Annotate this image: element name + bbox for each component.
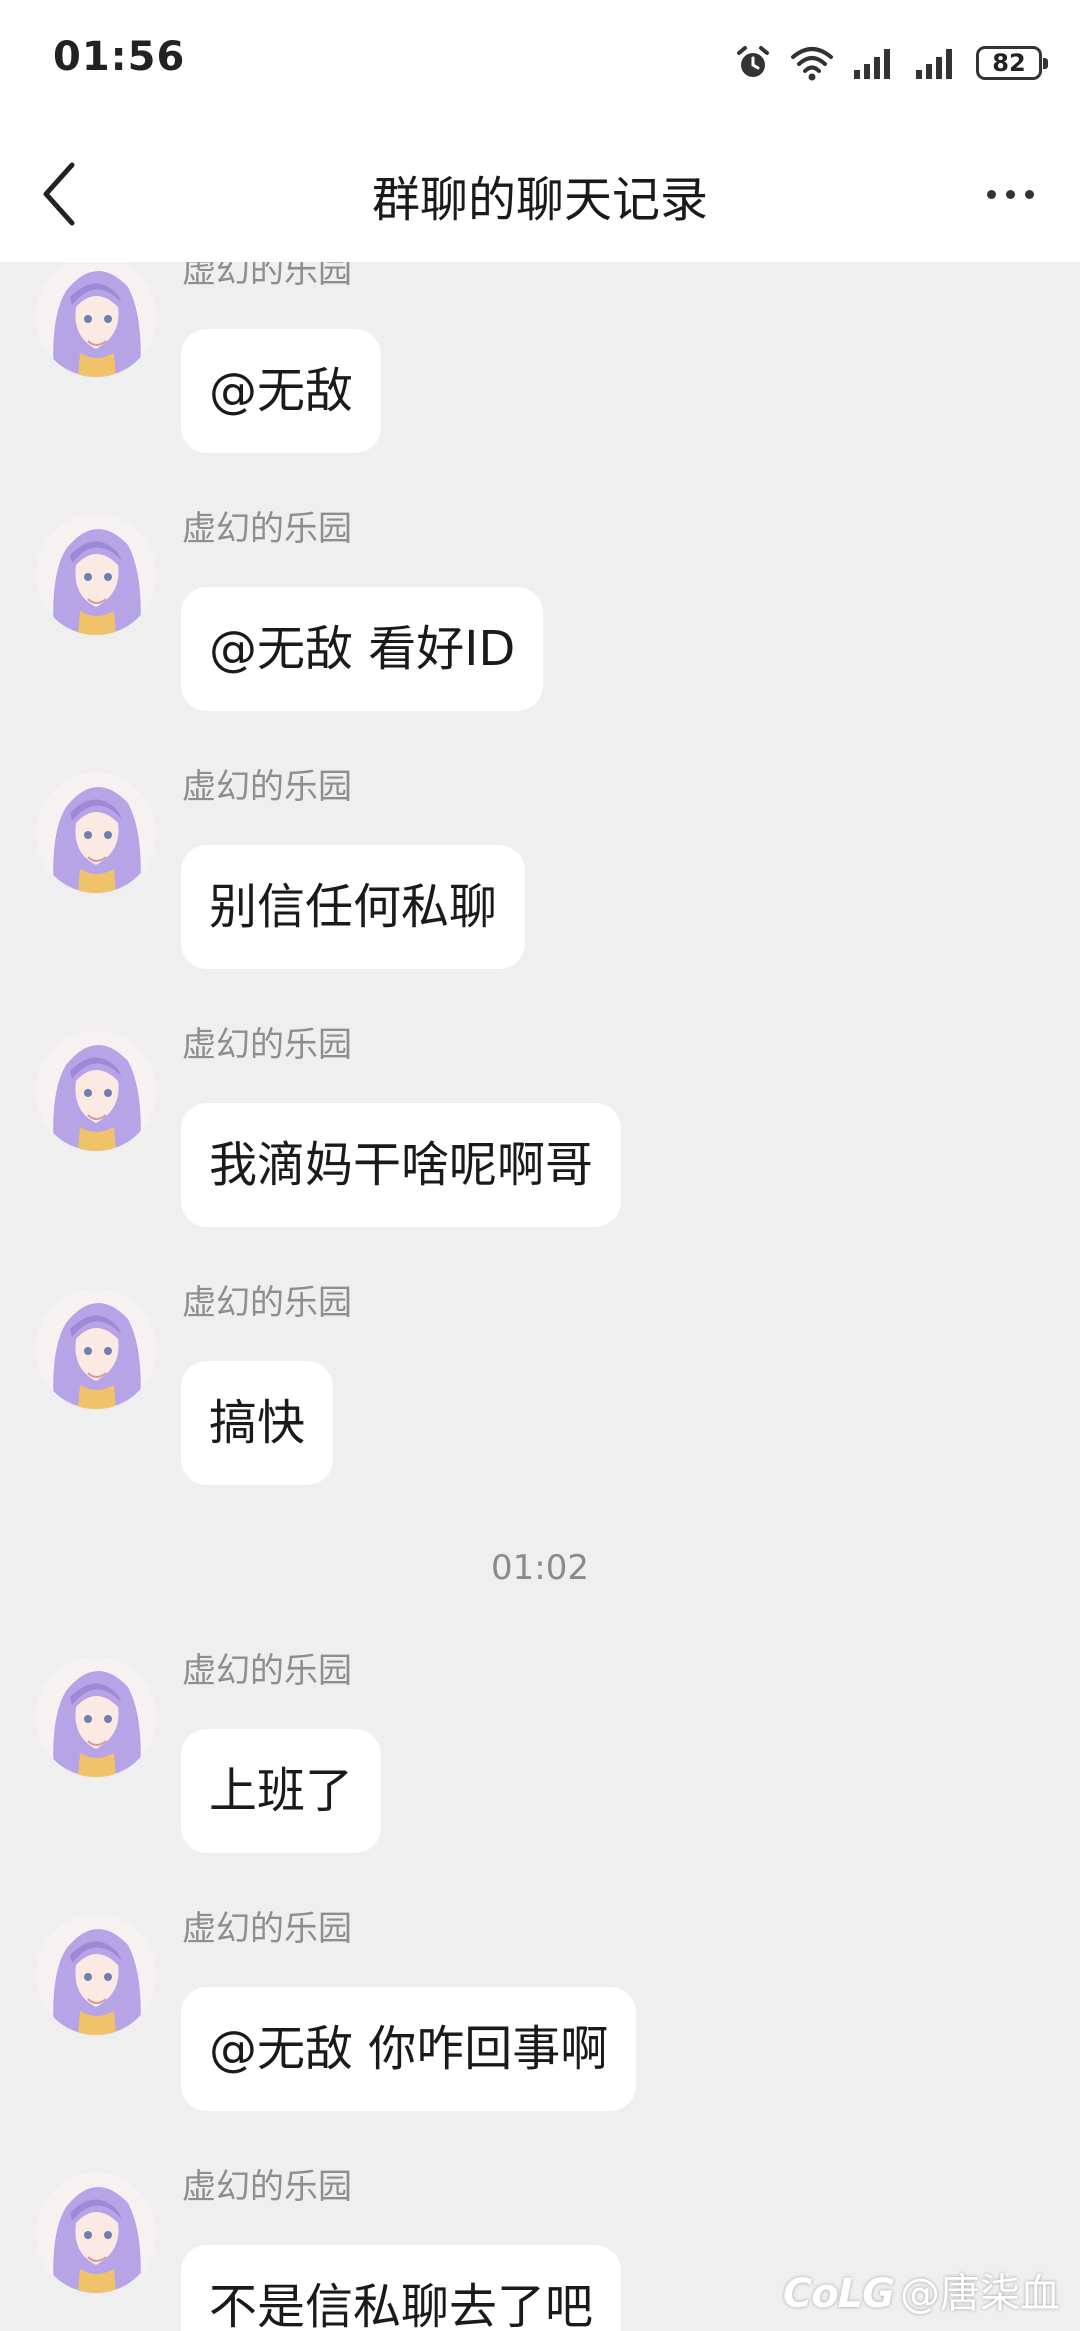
page-title: 群聊的聊天记录 [371, 172, 708, 228]
avatar[interactable] [36, 773, 156, 893]
sender-name: 虚幻的乐园 [182, 1651, 352, 1691]
avatar[interactable] [36, 262, 156, 377]
message-item: 虚幻的乐园 @无敌 [0, 262, 1080, 497]
alarm-icon [734, 44, 772, 82]
avatar[interactable] [36, 1915, 156, 2035]
avatar-image [36, 1657, 156, 1777]
watermark-logo: CoLG [782, 2271, 895, 2317]
status-bar: 01:56 82 [0, 0, 1080, 126]
time-divider: 01:02 [491, 1548, 589, 1588]
message-bubble[interactable]: 搞快 [181, 1361, 334, 1485]
watermark-text: @唐柒血 [900, 2271, 1060, 2317]
battery-indicator: 82 [976, 46, 1048, 80]
message-bubble[interactable]: @无敌 看好ID [181, 587, 544, 711]
sender-name: 虚幻的乐园 [182, 262, 352, 291]
message-bubble[interactable]: 上班了 [181, 1729, 382, 1853]
message-bubble[interactable]: 别信任何私聊 [181, 845, 526, 969]
avatar-image [36, 1289, 156, 1409]
more-dot [1024, 189, 1034, 199]
wifi-icon [790, 44, 834, 82]
avatar-image [36, 262, 156, 377]
battery-level: 82 [992, 49, 1026, 77]
signal-icon [852, 46, 896, 80]
avatar[interactable] [36, 1289, 156, 1409]
sender-name: 虚幻的乐园 [182, 767, 352, 807]
chat-history[interactable]: 虚幻的乐园 @无敌 虚幻的乐园 @无敌 看好ID 虚幻的乐园 别信任何私聊 虚幻… [0, 262, 1080, 2331]
more-dot [1005, 189, 1015, 199]
app-header: 群聊的聊天记录 [0, 126, 1080, 262]
status-time: 01:56 [53, 34, 186, 80]
message-bubble[interactable]: @无敌 [181, 329, 382, 453]
message-item: 虚幻的乐园 上班了 [0, 1651, 1080, 1897]
message-bubble[interactable]: @无敌 你咋回事啊 [181, 1987, 637, 2111]
avatar[interactable] [36, 1657, 156, 1777]
more-options-button[interactable] [970, 162, 1050, 226]
message-bubble[interactable]: 我滴妈干啥呢啊哥 [181, 1103, 622, 1227]
avatar-image [36, 515, 156, 635]
message-item: 虚幻的乐园 @无敌 你咋回事啊 [0, 1909, 1080, 2155]
message-bubble[interactable]: 不是信私聊去了吧 [181, 2245, 622, 2331]
sender-name: 虚幻的乐园 [182, 1909, 352, 1949]
signal-icon [914, 46, 958, 80]
avatar-image [36, 2173, 156, 2293]
avatar[interactable] [36, 1031, 156, 1151]
sender-name: 虚幻的乐园 [182, 1283, 352, 1323]
message-item: 虚幻的乐园 @无敌 看好ID [0, 509, 1080, 755]
message-item: 虚幻的乐园 别信任何私聊 [0, 767, 1080, 1013]
watermark: CoLG @唐柒血 [783, 2261, 1060, 2319]
message-item: 虚幻的乐园 搞快 [0, 1283, 1080, 1529]
avatar-image [36, 773, 156, 893]
avatar[interactable] [36, 2173, 156, 2293]
status-icons: 82 [734, 38, 1048, 88]
sender-name: 虚幻的乐园 [182, 1025, 352, 1065]
message-item: 虚幻的乐园 我滴妈干啥呢啊哥 [0, 1025, 1080, 1271]
avatar-image [36, 1915, 156, 2035]
avatar[interactable] [36, 515, 156, 635]
avatar-image [36, 1031, 156, 1151]
sender-name: 虚幻的乐园 [182, 2167, 352, 2207]
sender-name: 虚幻的乐园 [182, 509, 352, 549]
more-horizontal-icon [986, 189, 996, 199]
